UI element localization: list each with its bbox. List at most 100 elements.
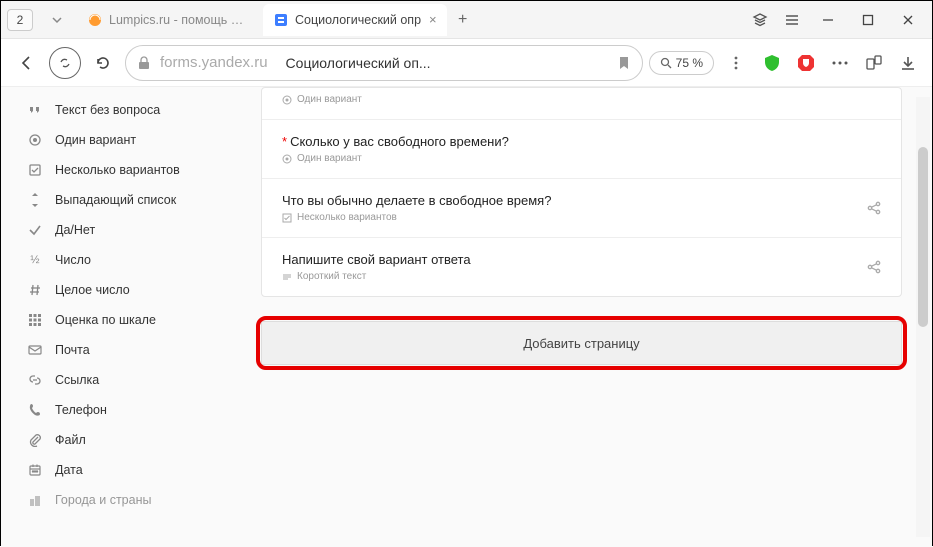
sidebar-item-label: Несколько вариантов (55, 163, 180, 177)
sidebar-item-scale[interactable]: Оценка по шкале (1, 305, 251, 335)
forms-favicon-icon (273, 12, 289, 28)
url-page-title: Социологический оп... (286, 55, 431, 71)
vertical-scrollbar[interactable] (916, 97, 930, 537)
sidebar-item-label: Файл (55, 433, 86, 447)
sidebar-item-email[interactable]: Почта (1, 335, 251, 365)
question-type-sidebar: Текст без вопроса Один вариант Несколько… (1, 87, 251, 547)
browser-tab-1[interactable]: Lumpics.ru - помощь с ко (77, 4, 259, 36)
sidebar-item-date[interactable]: Дата (1, 455, 251, 485)
form-card: Один вариант *Сколько у вас свободного в… (261, 87, 902, 297)
question-meta-label: Один вариант (297, 153, 362, 164)
add-page-button[interactable]: Добавить страницу (261, 321, 902, 365)
mail-icon (27, 342, 43, 358)
sidebar-item-label: Ссылка (55, 373, 99, 387)
link-icon (27, 372, 43, 388)
tab-strip: 2 Lumpics.ru - помощь с ко Социологическ… (1, 1, 932, 39)
sidebar-item-cities[interactable]: Города и страны (1, 485, 251, 515)
buildings-icon (27, 492, 43, 508)
sidebar-item-yesno[interactable]: Да/Нет (1, 215, 251, 245)
sidebar-item-phone[interactable]: Телефон (1, 395, 251, 425)
window-minimize-button[interactable] (810, 6, 846, 34)
sidebar-item-file[interactable]: Файл (1, 425, 251, 455)
window-close-button[interactable] (890, 6, 926, 34)
sidebar-item-label: Города и страны (55, 493, 151, 507)
add-page-label: Добавить страницу (523, 336, 639, 351)
required-mark: * (282, 134, 287, 149)
browser-home-button[interactable] (49, 47, 81, 79)
checkbox-small-icon (282, 213, 292, 223)
library-button[interactable] (746, 6, 774, 34)
back-button[interactable] (11, 47, 43, 79)
question-title: Сколько у вас свободного времени? (290, 134, 509, 149)
sidebar-item-single-choice[interactable]: Один вариант (1, 125, 251, 155)
protect-shield-icon[interactable] (758, 49, 786, 77)
new-tab-button[interactable]: + (451, 8, 475, 32)
downloads-icon[interactable] (894, 49, 922, 77)
tabs-dropdown[interactable] (41, 4, 73, 36)
url-bar[interactable]: forms.yandex.ru Социологический оп... (125, 45, 643, 81)
question-block-1[interactable]: *Сколько у вас свободного времени? Один … (262, 120, 901, 179)
question-title: Напишите свой вариант ответа (282, 252, 471, 267)
zoom-indicator[interactable]: 75 % (649, 51, 714, 75)
extensions-icon[interactable] (860, 49, 888, 77)
sidebar-item-label: Почта (55, 343, 90, 357)
fraction-icon: ½ (27, 252, 43, 268)
question-meta-label: Один вариант (297, 94, 362, 105)
sidebar-item-label: Целое число (55, 283, 130, 297)
short-text-icon (282, 272, 292, 282)
form-main-area: Один вариант *Сколько у вас свободного в… (251, 87, 932, 547)
address-bar-row: forms.yandex.ru Социологический оп... 75… (1, 39, 932, 87)
sidebar-item-label: Один вариант (55, 133, 136, 147)
sidebar-item-dropdown[interactable]: Выпадающий список (1, 185, 251, 215)
question-title: Что вы обычно делаете в свободное время? (282, 193, 551, 208)
sidebar-item-label: Оценка по шкале (55, 313, 156, 327)
tab-close-icon[interactable]: × (429, 12, 437, 27)
tab-counter[interactable]: 2 (7, 9, 33, 31)
window-maximize-button[interactable] (850, 6, 886, 34)
grid-icon (27, 312, 43, 328)
more-icon[interactable] (826, 49, 854, 77)
question-block-3[interactable]: Напишите свой вариант ответа Короткий те… (262, 238, 901, 296)
sidebar-item-label: Телефон (55, 403, 107, 417)
radio-small-icon (282, 95, 292, 105)
lock-icon (138, 56, 150, 70)
bookmark-icon[interactable] (618, 56, 630, 70)
zoom-value: 75 % (676, 56, 703, 70)
radio-small-icon (282, 154, 292, 164)
sidebar-item-integer[interactable]: Целое число (1, 275, 251, 305)
sidebar-item-link[interactable]: Ссылка (1, 365, 251, 395)
dropdown-icon (27, 192, 43, 208)
share-icon[interactable] (867, 201, 881, 215)
calendar-icon (27, 462, 43, 478)
browser-menu-button[interactable] (778, 6, 806, 34)
page-content: Текст без вопроса Один вариант Несколько… (1, 87, 932, 547)
sidebar-item-label: Текст без вопроса (55, 103, 160, 117)
share-icon[interactable] (867, 260, 881, 274)
question-block-0[interactable]: Один вариант (262, 88, 901, 120)
sidebar-item-text-no-question[interactable]: Текст без вопроса (1, 95, 251, 125)
lumpics-favicon-icon (87, 12, 103, 28)
tab-2-title: Социологический опр (295, 13, 421, 27)
question-meta-label: Несколько вариантов (297, 212, 397, 223)
url-domain: forms.yandex.ru (160, 54, 268, 71)
sidebar-item-label: Выпадающий список (55, 193, 176, 207)
sidebar-item-label: Дата (55, 463, 83, 477)
check-icon (27, 222, 43, 238)
quote-icon (27, 102, 43, 118)
adblock-icon[interactable] (792, 49, 820, 77)
kebab-menu-button[interactable] (720, 47, 752, 79)
radio-icon (27, 132, 43, 148)
scrollbar-thumb[interactable] (918, 147, 928, 327)
tab-1-title: Lumpics.ru - помощь с ко (109, 13, 249, 27)
question-meta-label: Короткий текст (297, 271, 366, 282)
attachment-icon (27, 432, 43, 448)
hash-icon (27, 282, 43, 298)
checkbox-icon (27, 162, 43, 178)
sidebar-item-number[interactable]: ½ Число (1, 245, 251, 275)
question-block-2[interactable]: Что вы обычно делаете в свободное время?… (262, 179, 901, 238)
sidebar-item-label: Число (55, 253, 91, 267)
reload-button[interactable] (87, 47, 119, 79)
sidebar-item-multi-choice[interactable]: Несколько вариантов (1, 155, 251, 185)
browser-tab-2[interactable]: Социологический опр × (263, 4, 447, 36)
sidebar-item-label: Да/Нет (55, 223, 95, 237)
